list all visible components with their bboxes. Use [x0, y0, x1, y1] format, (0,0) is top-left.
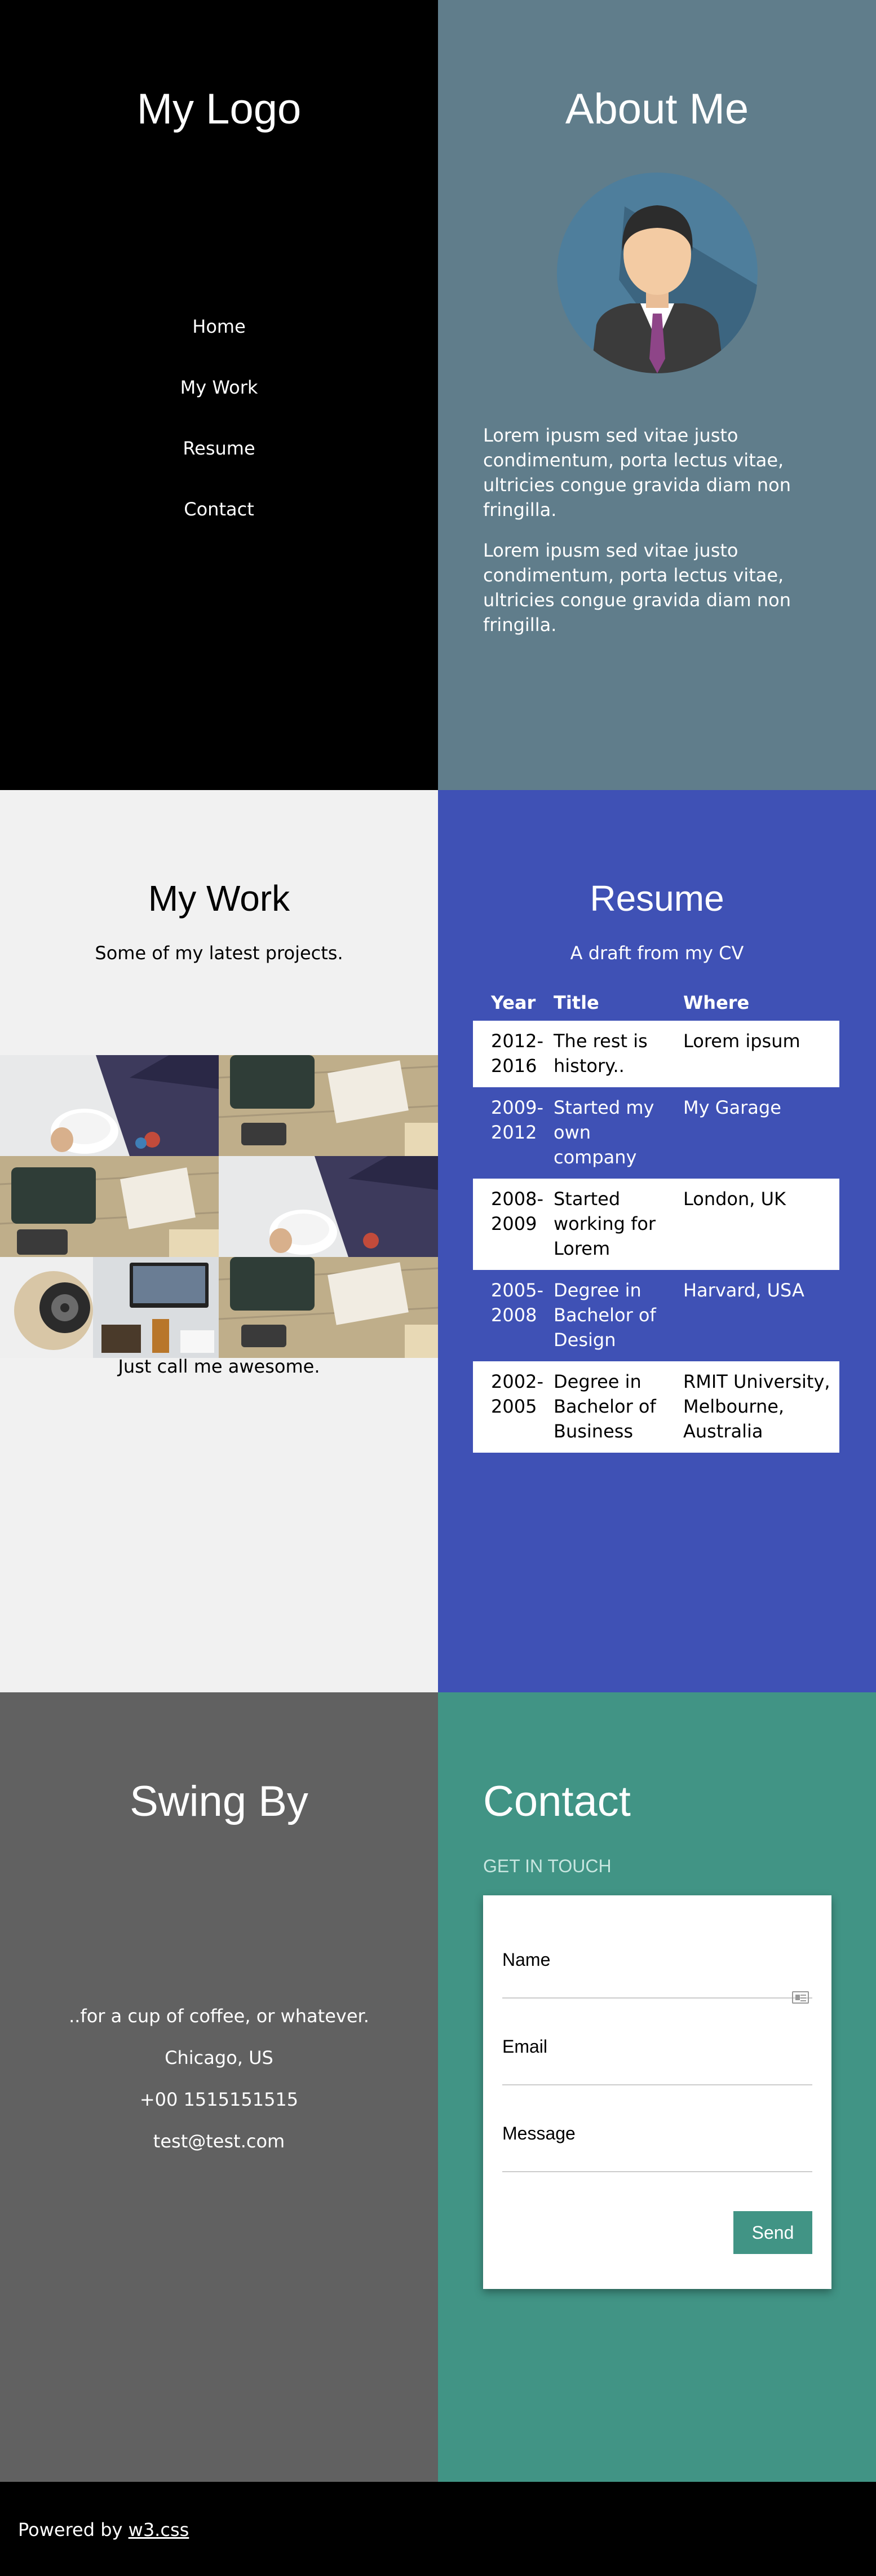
cell-where: RMIT University, Melbourne, Australia	[678, 1361, 839, 1453]
email-field-group: Email	[502, 2036, 812, 2085]
main-nav: Home My Work Resume Contact	[0, 316, 438, 559]
cell-where: Harvard, USA	[678, 1270, 839, 1361]
project-image[interactable]	[219, 1257, 438, 1358]
column-header: Where	[683, 992, 750, 1013]
contact-title: Contact	[483, 1777, 631, 1825]
project-image[interactable]	[219, 1156, 438, 1257]
project-image[interactable]	[0, 1257, 219, 1358]
resume-subtitle: A draft from my CV	[570, 942, 744, 964]
swing-email: test@test.com	[153, 2131, 285, 2152]
project-image[interactable]	[0, 1156, 219, 1257]
nav-home[interactable]: Home	[0, 316, 438, 377]
name-input[interactable]	[502, 1970, 812, 1999]
cell-year: 2008-2009	[473, 1179, 549, 1270]
cell-title: Degree in Bachelor of Design	[548, 1270, 679, 1361]
contact-subtitle: GET IN TOUCH	[483, 1856, 612, 1876]
cell-year: 2009-2012	[473, 1087, 549, 1179]
contact-panel: Contact GET IN TOUCH Name Email Message …	[438, 1692, 876, 2482]
message-input[interactable]	[502, 2144, 812, 2172]
table-row: 2009-2012 Started my own company My Gara…	[473, 1087, 839, 1179]
project-image[interactable]	[219, 1055, 438, 1156]
contact-card-icon	[792, 1991, 809, 2004]
work-title: My Work	[148, 878, 290, 919]
logo[interactable]: My Logo	[0, 85, 438, 134]
about-text: Lorem ipusm sed vitae justo condimentum,…	[483, 423, 831, 653]
nav-contact[interactable]: Contact	[0, 499, 438, 559]
name-label: Name	[502, 1949, 551, 1970]
swing-tagline: ..for a cup of coffee, or whatever.	[69, 2005, 369, 2027]
swing-title: Swing By	[130, 1777, 308, 1825]
name-field-group: Name	[502, 1949, 812, 2004]
work-footer: Just call me awesome.	[118, 1356, 320, 1377]
column-header: Year	[491, 992, 536, 1013]
footer: Powered by w3.css	[0, 2482, 876, 2576]
about-paragraph: Lorem ipusm sed vitae justo condimentum,…	[483, 540, 791, 636]
about-title: About Me	[565, 85, 749, 133]
email-label: Email	[502, 2036, 548, 2057]
send-button[interactable]: Send	[733, 2211, 812, 2254]
table-header: Year Title Where	[473, 985, 839, 1021]
nav-resume[interactable]: Resume	[0, 438, 438, 499]
avatar	[557, 173, 758, 373]
message-field-group: Message	[502, 2123, 812, 2172]
message-label: Message	[502, 2123, 576, 2143]
column-header: Title	[553, 992, 599, 1013]
resume-title: Resume	[590, 878, 724, 919]
work-subtitle: Some of my latest projects.	[95, 942, 343, 964]
work-panel: My Work Some of my latest projects. Just…	[0, 790, 438, 1692]
resume-panel: Resume A draft from my CV Year Title Whe…	[438, 790, 876, 1692]
cell-where: Lorem ipsum	[678, 1021, 839, 1087]
cell-year: 2012-2016	[473, 1021, 549, 1087]
resume-table: Year Title Where 2012-2016 The rest is h…	[473, 985, 839, 1453]
menu-panel: My Logo Home My Work Resume Contact	[0, 0, 438, 790]
table-row: 2012-2016 The rest is history.. Lorem ip…	[473, 1021, 839, 1087]
cell-year: 2002-2005	[473, 1361, 549, 1453]
swing-info: ..for a cup of coffee, or whatever. Chic…	[0, 2005, 438, 2172]
table-row: 2008-2009 Started working for Lorem Lond…	[473, 1179, 839, 1270]
cell-title: Degree in Bachelor of Business	[548, 1361, 679, 1453]
contact-form: Name Email Message Send	[483, 1895, 831, 2289]
email-input[interactable]	[502, 2057, 812, 2085]
cell-title: Started my own company	[548, 1087, 679, 1179]
cell-title: The rest is history..	[548, 1021, 679, 1087]
about-panel: About Me Lorem ipusm sed vitae justo con…	[438, 0, 876, 790]
cell-where: My Garage	[678, 1087, 839, 1179]
swing-location: Chicago, US	[165, 2047, 273, 2068]
cell-where: London, UK	[678, 1179, 839, 1270]
project-image[interactable]	[0, 1055, 219, 1156]
nav-my-work[interactable]: My Work	[0, 377, 438, 438]
table-row: 2005-2008 Degree in Bachelor of Design H…	[473, 1270, 839, 1361]
cell-title: Started working for Lorem	[548, 1179, 679, 1270]
footer-prefix: Powered by	[18, 2519, 129, 2540]
work-gallery	[0, 1055, 438, 1358]
cell-year: 2005-2008	[473, 1270, 549, 1361]
swing-phone: +00 1515151515	[139, 2089, 299, 2110]
footer-text: Powered by w3.css	[18, 2519, 189, 2540]
swing-by-panel: Swing By ..for a cup of coffee, or whate…	[0, 1692, 438, 2482]
about-paragraph: Lorem ipusm sed vitae justo condimentum,…	[483, 425, 791, 521]
table-row: 2002-2005 Degree in Bachelor of Business…	[473, 1361, 839, 1453]
footer-link[interactable]: w3.css	[129, 2519, 189, 2540]
